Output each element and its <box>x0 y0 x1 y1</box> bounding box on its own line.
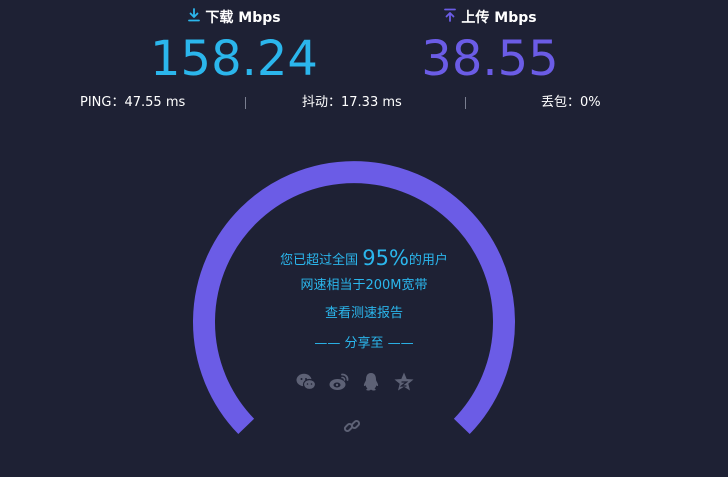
upload-label: 上传 Mbps <box>461 10 537 26</box>
link-icon[interactable] <box>342 416 362 436</box>
upload-metric: 上传 Mbps 38.55 <box>380 8 600 88</box>
ping-stat: PING：47.55 ms <box>80 95 186 110</box>
download-label-row: 下载 Mbps <box>124 8 344 28</box>
packet-loss-stat: 丢包：0% <box>541 95 601 110</box>
rank-suffix: 的用户 <box>408 253 448 268</box>
share-icons <box>295 371 415 393</box>
rank-text: 您已超过全国 95%的用户 <box>214 244 514 275</box>
qq-icon[interactable] <box>360 371 382 393</box>
jitter-stat: 抖动：17.33 ms <box>302 95 402 110</box>
stats-row: PING：47.55 ms 抖动：17.33 ms 丢包：0% <box>0 92 728 114</box>
download-icon <box>187 8 201 28</box>
qzone-icon[interactable] <box>393 371 415 393</box>
weibo-icon[interactable] <box>328 371 350 393</box>
upload-icon <box>443 8 457 28</box>
rank-prefix: 您已超过全国 <box>280 253 359 268</box>
speed-gauge <box>193 161 515 435</box>
download-value: 158.24 <box>150 31 318 87</box>
stats-divider <box>465 97 466 109</box>
bandwidth-equivalent: 网速相当于200M宽带 <box>300 278 428 293</box>
stats-divider <box>245 97 246 109</box>
download-metric: 下载 Mbps 158.24 <box>124 8 344 88</box>
rank-percent: 95% <box>362 246 409 270</box>
upload-value: 38.55 <box>421 31 559 87</box>
download-label: 下载 Mbps <box>205 10 281 26</box>
upload-label-row: 上传 Mbps <box>380 8 600 28</box>
share-label: —— 分享至 —— <box>314 336 414 351</box>
wechat-icon[interactable] <box>295 371 317 393</box>
view-report-link[interactable]: 查看测速报告 <box>214 304 514 324</box>
